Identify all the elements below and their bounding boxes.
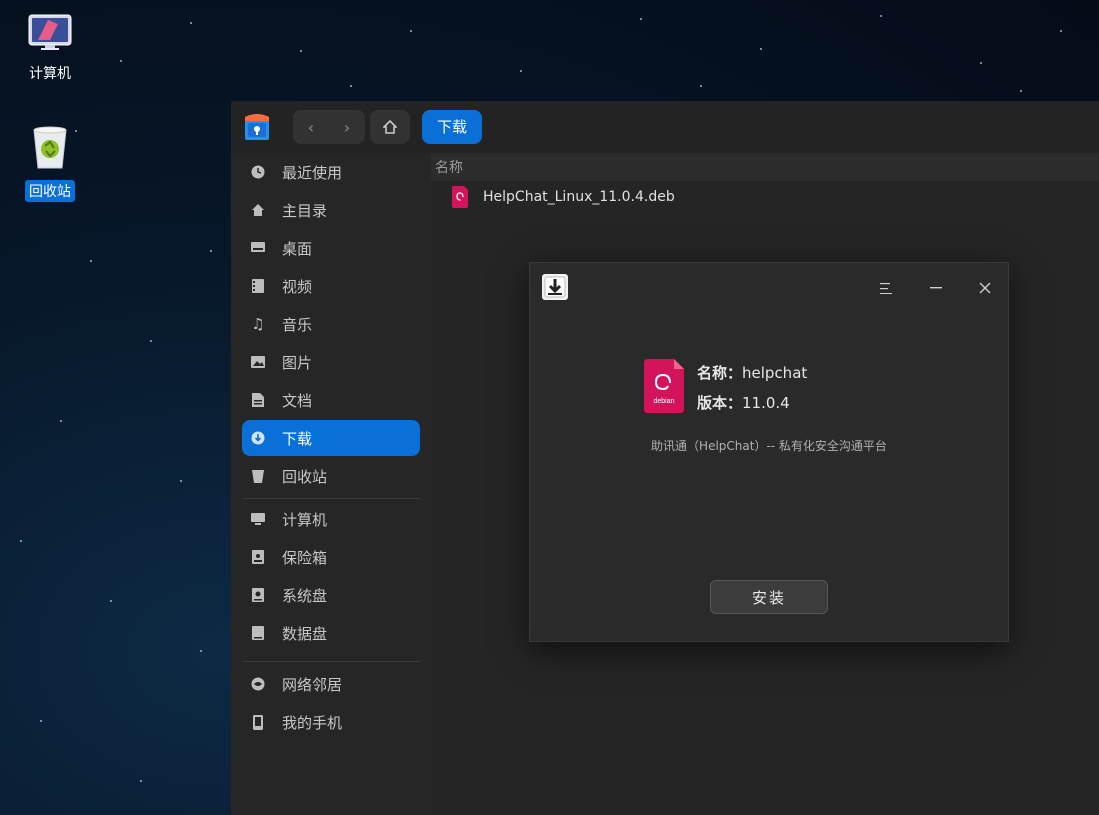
sidebar-item-trash[interactable]: 回收站 <box>242 458 420 494</box>
sidebar-item-label: 文档 <box>282 391 313 410</box>
file-manager-logo-icon <box>243 111 271 141</box>
package-version-value: 11.0.4 <box>742 394 790 412</box>
close-button[interactable] <box>971 275 999 301</box>
music-icon: ♫ <box>251 315 265 333</box>
menu-button[interactable] <box>872 275 900 301</box>
hamburger-menu-icon <box>880 282 892 294</box>
desktop-icon-label: 计算机 <box>29 66 71 82</box>
column-header-name[interactable]: 名称 <box>431 153 1099 181</box>
desktop-icon-label: 回收站 <box>25 180 75 202</box>
sidebar-item-label: 保险箱 <box>282 548 328 567</box>
sidebar-item-documents[interactable]: 文档 <box>242 382 420 418</box>
sidebar-item-computer[interactable]: 计算机 <box>242 501 420 537</box>
sidebar-item-home[interactable]: 主目录 <box>242 192 420 228</box>
sidebar-item-label: 最近使用 <box>282 163 343 182</box>
sidebar-divider <box>242 498 420 499</box>
chevron-right-icon: › <box>343 117 351 137</box>
sidebar-item-vault[interactable]: 保险箱 <box>242 539 420 575</box>
sidebar-item-data-disk[interactable]: 数据盘 <box>242 615 420 651</box>
minimize-icon <box>930 287 942 289</box>
download-icon <box>250 430 266 446</box>
file-item[interactable]: HelpChat_Linux_11.0.4.deb <box>451 185 675 209</box>
home-icon <box>383 120 397 134</box>
sidebar-item-label: 图片 <box>282 353 313 372</box>
close-icon <box>979 282 991 294</box>
sidebar-item-music[interactable]: ♫ 音乐 <box>242 306 420 342</box>
minimize-button[interactable] <box>922 275 950 301</box>
debian-label: debian <box>653 398 674 405</box>
desktop-icon <box>250 240 266 256</box>
sidebar-item-label: 系统盘 <box>282 586 328 605</box>
picture-icon <box>250 354 266 370</box>
debian-package-icon: debian <box>642 359 686 413</box>
home-button[interactable] <box>370 110 410 144</box>
sidebar-item-label: 音乐 <box>282 315 313 334</box>
package-description: 助讯通（HelpChat）-- 私有化安全沟通平台 <box>651 439 887 453</box>
sidebar: 最近使用 主目录 桌面 视频 ♫ 音乐 图片 文档 下载 回收站 计算机 保险箱… <box>231 153 431 815</box>
phone-icon <box>250 714 266 730</box>
desktop-icon-computer[interactable]: 计算机 <box>15 14 85 84</box>
computer-icon <box>250 511 266 527</box>
computer-icon <box>15 14 85 56</box>
package-name-key: 名称： <box>697 364 743 382</box>
trash-icon <box>250 468 266 484</box>
deb-package-icon <box>452 186 468 208</box>
sidebar-item-system-disk[interactable]: 系统盘 <box>242 577 420 613</box>
file-manager-titlebar: ‹ › 下载 <box>231 101 1099 153</box>
desktop-icon-trash[interactable]: 回收站 <box>15 126 85 202</box>
sidebar-item-label: 主目录 <box>282 201 328 220</box>
sidebar-item-label: 我的手机 <box>282 713 343 732</box>
navigation-buttons: ‹ › <box>293 110 365 144</box>
package-version-line: 版本：11.0.4 <box>697 392 790 413</box>
back-button[interactable]: ‹ <box>293 110 329 144</box>
sidebar-item-videos[interactable]: 视频 <box>242 268 420 304</box>
package-version-key: 版本： <box>697 394 743 412</box>
disk-icon <box>250 625 266 641</box>
sidebar-item-phone[interactable]: 我的手机 <box>242 704 420 740</box>
sidebar-item-label: 视频 <box>282 277 313 296</box>
sidebar-item-label: 下载 <box>282 429 313 448</box>
home-icon <box>250 202 266 218</box>
dialog-titlebar <box>530 263 1008 313</box>
sidebar-item-label: 计算机 <box>282 510 328 529</box>
chevron-left-icon: ‹ <box>307 117 315 137</box>
document-icon <box>250 392 266 408</box>
sidebar-item-recent[interactable]: 最近使用 <box>242 154 420 190</box>
package-name-line: 名称：helpchat <box>697 362 807 383</box>
package-name-value: helpchat <box>742 364 808 382</box>
install-button[interactable]: 安装 <box>710 580 828 614</box>
sidebar-item-label: 数据盘 <box>282 624 328 643</box>
installer-app-icon <box>542 274 568 300</box>
package-installer-dialog: debian 名称：helpchat 版本：11.0.4 助讯通（HelpCha… <box>529 262 1009 642</box>
sidebar-item-network[interactable]: 网络邻居 <box>242 666 420 702</box>
clock-icon <box>250 164 266 180</box>
sidebar-item-desktop[interactable]: 桌面 <box>242 230 420 266</box>
video-icon <box>250 278 266 294</box>
breadcrumb-current[interactable]: 下载 <box>422 110 483 144</box>
vault-icon <box>250 549 266 565</box>
forward-button[interactable]: › <box>329 110 365 144</box>
sidebar-divider <box>242 661 420 662</box>
sidebar-item-label: 回收站 <box>282 467 328 486</box>
sidebar-item-label: 网络邻居 <box>282 675 343 694</box>
sidebar-item-downloads[interactable]: 下载 <box>242 420 420 456</box>
sidebar-item-pictures[interactable]: 图片 <box>242 344 420 380</box>
network-icon <box>250 676 266 692</box>
trash-can-icon <box>15 126 85 174</box>
disk-icon <box>250 587 266 603</box>
sidebar-item-label: 桌面 <box>282 239 313 258</box>
file-name: HelpChat_Linux_11.0.4.deb <box>483 189 675 205</box>
